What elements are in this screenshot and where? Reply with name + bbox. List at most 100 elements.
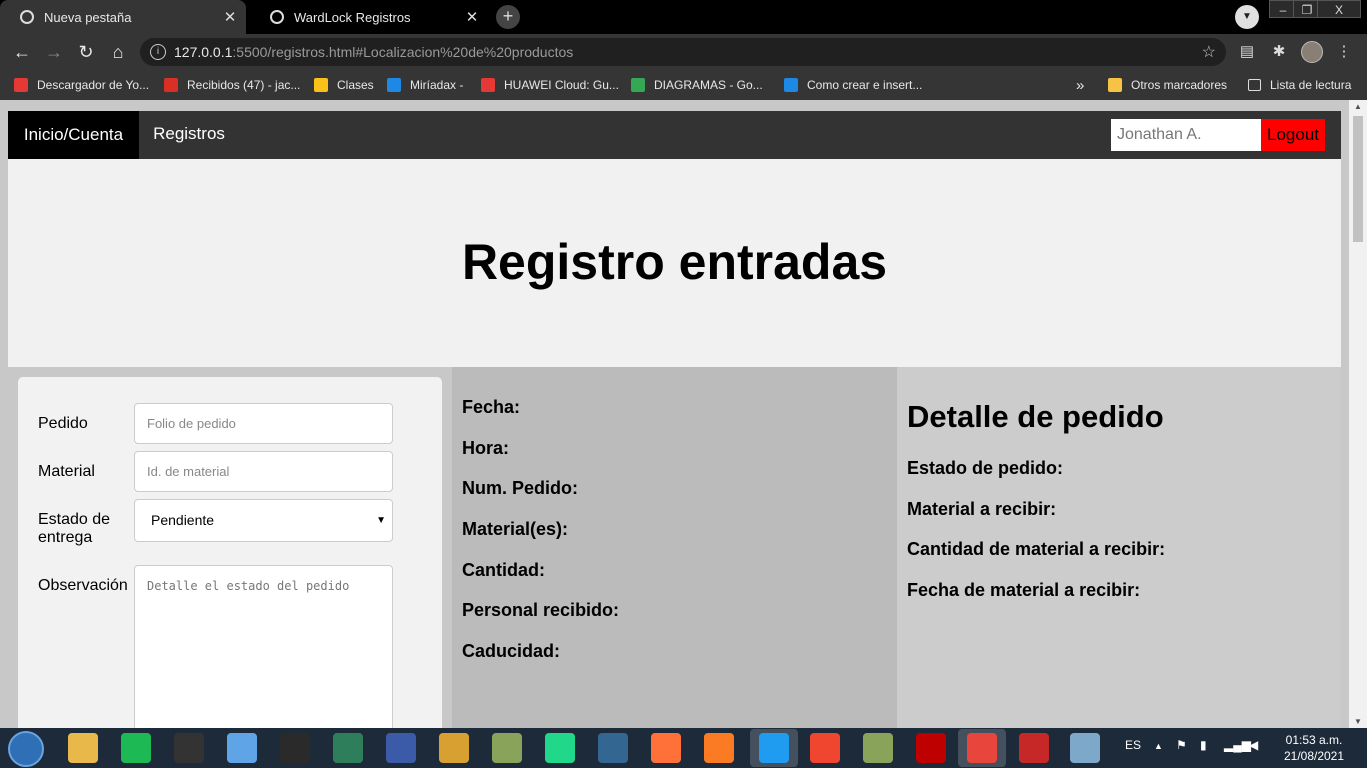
pycharm-icon[interactable]	[545, 733, 575, 763]
classroom-icon	[314, 78, 328, 92]
obs-icon[interactable]	[280, 733, 310, 763]
project-icon[interactable]	[386, 733, 416, 763]
clock-time: 01:53 a.m.	[1285, 733, 1343, 747]
page-scrollbar[interactable]: ▲ ▼	[1349, 100, 1367, 728]
app-diamond-icon[interactable]	[439, 733, 469, 763]
bookmark-star-icon[interactable]: ☆	[1202, 42, 1216, 62]
material-label: Material	[38, 463, 95, 480]
home-icon[interactable]: ⌂	[106, 40, 130, 64]
spotify-icon[interactable]	[121, 733, 151, 763]
address-bar[interactable]: i 127.0.0.1:5500/registros.html#Localiza…	[140, 38, 1226, 66]
bookmarks-bar: Descargador de Yo... Recibidos (47) - ja…	[0, 70, 1367, 100]
forward-icon[interactable]: →	[42, 40, 66, 64]
extensions-icon[interactable]: ✱	[1269, 42, 1289, 62]
estado-selected-value: Pendiente	[151, 512, 215, 528]
clock-date: 21/08/2021	[1283, 749, 1345, 763]
postgresql-icon[interactable]	[598, 733, 628, 763]
scrollbar-thumb[interactable]	[1353, 116, 1363, 242]
profile-avatar[interactable]	[1301, 41, 1323, 63]
reading-list-icon	[1248, 79, 1261, 91]
vscode-icon[interactable]	[750, 729, 798, 767]
network-icon[interactable]: ⚑	[1176, 738, 1187, 752]
folder-icon	[1108, 78, 1122, 92]
user-name-field[interactable]: Jonathan A.	[1111, 119, 1261, 151]
app-globe-2-icon[interactable]	[863, 733, 893, 763]
language-indicator[interactable]: ES	[1125, 738, 1141, 752]
pedido-label: Pedido	[38, 415, 88, 432]
signal-icon[interactable]: ▂▄▆	[1224, 738, 1251, 752]
summary-panel: Fecha: Hora: Num. Pedido: Material(es): …	[452, 367, 897, 728]
chrome-icon	[20, 10, 34, 24]
field-cantidad: Cantidad:	[462, 560, 545, 580]
reading-mode-icon[interactable]: ▤	[1237, 42, 1257, 62]
tab-strip: Nueva pestaña ✕ WardLock Registros ✕ + ▼…	[0, 0, 1367, 34]
logout-button[interactable]: Logout	[1261, 119, 1325, 151]
menu-kebab-icon[interactable]: ⋮	[1334, 42, 1354, 62]
entry-form: Pedido Folio de pedido Material Id. de m…	[18, 377, 442, 728]
app-x-icon[interactable]	[810, 733, 840, 763]
field-caducidad: Caducidad:	[462, 641, 561, 661]
close-tab-icon[interactable]: ✕	[462, 8, 482, 26]
bookmark-item[interactable]: Recibidos (47) - jac...	[164, 76, 300, 94]
drive-icon	[631, 78, 645, 92]
tab-search-icon[interactable]: ▼	[1235, 5, 1259, 29]
reload-icon[interactable]: ↻	[74, 40, 98, 64]
bookmark-folder[interactable]: Otros marcadores	[1108, 76, 1227, 94]
bookmark-item[interactable]: Miríadax -	[387, 76, 463, 94]
app-i-icon[interactable]	[174, 733, 204, 763]
volume-icon[interactable]: ◀	[1249, 738, 1258, 752]
scroll-up-icon[interactable]: ▲	[1349, 102, 1367, 111]
field-hora: Hora:	[462, 438, 510, 458]
app-z-icon[interactable]	[1019, 733, 1049, 763]
estado-select[interactable]: Pendiente ▼	[134, 499, 393, 542]
material-input[interactable]: Id. de material	[134, 451, 393, 492]
paint-icon[interactable]	[1070, 733, 1100, 763]
pedido-input[interactable]: Folio de pedido	[134, 403, 393, 444]
miriadax-icon	[387, 78, 401, 92]
close-tab-icon[interactable]: ✕	[220, 8, 240, 26]
bookmark-item[interactable]: Descargador de Yo...	[14, 76, 149, 94]
tray-expand-icon[interactable]: ▲	[1154, 741, 1163, 751]
field-fecha-material: Fecha de material a recibir:	[907, 580, 1141, 600]
back-icon[interactable]: ←	[10, 40, 34, 64]
hero-banner: Registro entradas	[8, 159, 1341, 367]
firefox-icon[interactable]	[651, 733, 681, 763]
huawei-icon	[481, 78, 495, 92]
bookmark-item[interactable]: DIAGRAMAS - Go...	[631, 76, 763, 94]
app-globe-icon[interactable]	[492, 733, 522, 763]
bookmark-item[interactable]: Como crear e insert...	[784, 76, 922, 94]
bookmark-item[interactable]: Clases	[314, 76, 374, 94]
chrome-glyph	[967, 733, 997, 763]
chrome-icon[interactable]	[958, 729, 1006, 767]
page-viewport: Inicio/Cuenta Registros Jonathan A. Logo…	[0, 100, 1349, 728]
site-navbar: Inicio/Cuenta Registros Jonathan A. Logo…	[8, 111, 1341, 159]
nav-inicio-cuenta[interactable]: Inicio/Cuenta	[8, 111, 139, 159]
site-info-icon[interactable]: i	[150, 44, 166, 60]
filezilla-icon[interactable]	[916, 733, 946, 763]
more-bookmarks-icon[interactable]: »	[1076, 76, 1084, 94]
xampp-icon[interactable]	[704, 733, 734, 763]
file-explorer-icon[interactable]	[68, 733, 98, 763]
scroll-down-icon[interactable]: ▼	[1349, 717, 1367, 726]
nav-registros[interactable]: Registros	[139, 111, 239, 159]
detail-panel: Detalle de pedido Estado de pedido: Mate…	[897, 367, 1341, 728]
system-clock[interactable]: 01:53 a.m. 21/08/2021	[1276, 732, 1352, 764]
observacion-textarea[interactable]: Detalle el estado del pedido	[134, 565, 393, 728]
battery-icon[interactable]: ▮	[1200, 738, 1207, 752]
app-green-icon[interactable]	[333, 733, 363, 763]
tab-wardlock[interactable]: WardLock Registros ✕	[250, 0, 488, 34]
windows-start-icon[interactable]	[8, 731, 44, 767]
vscode-glyph	[759, 733, 789, 763]
close-window-icon[interactable]: X	[1317, 0, 1361, 18]
tab-title: Nueva pestaña	[44, 9, 132, 25]
field-estado-pedido: Estado de pedido:	[907, 458, 1064, 478]
field-fecha: Fecha:	[462, 397, 521, 417]
reading-list[interactable]: Lista de lectura	[1248, 76, 1351, 94]
new-tab-button[interactable]: +	[496, 5, 520, 29]
browser-toolbar: ← → ↻ ⌂ i 127.0.0.1:5500/registros.html#…	[0, 34, 1367, 70]
virtualbox-cube-icon[interactable]	[227, 733, 257, 763]
bookmark-item[interactable]: HUAWEI Cloud: Gu...	[481, 76, 619, 94]
chevron-down-icon: ▼	[376, 515, 386, 526]
tab-nueva-pestana[interactable]: Nueva pestaña ✕	[0, 0, 246, 34]
page-title: Registro entradas	[461, 234, 888, 290]
